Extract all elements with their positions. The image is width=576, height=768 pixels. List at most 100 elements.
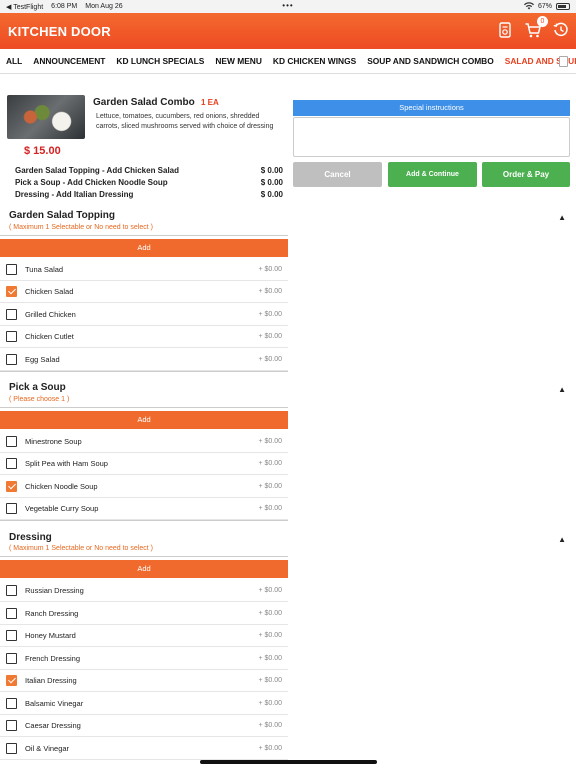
product-description: Lettuce, tomatoes, cucumbers, red onions… (96, 113, 274, 130)
history-icon[interactable] (552, 21, 570, 39)
add-dressing-button[interactable]: Add (0, 560, 288, 578)
add-and-continue-button[interactable]: Add & Continue (388, 162, 477, 187)
checkbox[interactable] (6, 720, 17, 731)
option-label: Grilled Chicken (25, 310, 76, 319)
option-row[interactable]: Oil & Vinegar + $0.00 (0, 738, 288, 760)
section-title-soup[interactable]: Pick a Soup (9, 382, 66, 393)
status-date: Mon Aug 26 (85, 2, 123, 10)
checkbox[interactable] (6, 698, 17, 709)
option-label: Vegetable Curry Soup (25, 504, 99, 513)
special-instructions-input[interactable] (293, 117, 570, 157)
option-row[interactable]: Russian Dressing + $0.00 (0, 580, 288, 602)
option-row[interactable]: Caesar Dressing + $0.00 (0, 715, 288, 737)
tab-kd-lunch-specials[interactable]: KD LUNCH SPECIALS (116, 56, 204, 66)
checkbox[interactable] (6, 608, 17, 619)
collapse-caret-icon[interactable]: ▲ (558, 213, 566, 222)
app-title: KITCHEN DOOR (8, 23, 111, 39)
cancel-button[interactable]: Cancel (293, 162, 382, 187)
option-price: + $0.00 (258, 745, 282, 752)
selection-summary-row: Garden Salad Topping - Add Chicken Salad… (15, 166, 283, 175)
tab-soup-and-sandwich-combo[interactable]: SOUP AND SANDWICH COMBO (367, 56, 494, 66)
checkbox[interactable] (6, 436, 17, 447)
option-row[interactable]: Chicken Noodle Soup + $0.00 (0, 476, 288, 498)
tab-new-menu[interactable]: NEW MENU (215, 56, 262, 66)
option-row[interactable]: French Dressing + $0.00 (0, 648, 288, 670)
option-price: + $0.00 (258, 722, 282, 729)
option-row[interactable]: Balsamic Vinegar + $0.00 (0, 693, 288, 715)
receipt-icon[interactable] (496, 21, 514, 39)
product-qty: 1 EA (201, 98, 219, 107)
option-row[interactable]: Ranch Dressing + $0.00 (0, 603, 288, 625)
checkbox[interactable] (6, 264, 17, 275)
checkbox[interactable] (6, 309, 17, 320)
option-price: + $0.00 (258, 700, 282, 707)
option-row[interactable]: Italian Dressing + $0.00 (0, 670, 288, 692)
option-row[interactable]: Minestrone Soup + $0.00 (0, 431, 288, 453)
app-header: KITCHEN DOOR 0 (0, 13, 576, 49)
multitask-dots[interactable]: ••• (282, 1, 293, 10)
section-subtitle: ( Please choose 1 ) (9, 396, 70, 403)
checkbox-checked[interactable] (6, 481, 17, 492)
option-row[interactable]: Honey Mustard + $0.00 (0, 625, 288, 647)
option-price: + $0.00 (258, 655, 282, 662)
option-row[interactable]: Tuna Salad + $0.00 (0, 259, 288, 281)
checkbox[interactable] (6, 331, 17, 342)
option-row[interactable]: Chicken Cutlet + $0.00 (0, 326, 288, 348)
option-row[interactable]: Split Pea with Ham Soup + $0.00 (0, 453, 288, 475)
add-topping-button[interactable]: Add (0, 239, 288, 257)
home-indicator[interactable] (200, 760, 377, 764)
selection-price: $ 0.00 (260, 166, 283, 175)
checkbox[interactable] (6, 503, 17, 514)
checkbox[interactable] (6, 630, 17, 641)
option-label: Minestrone Soup (25, 437, 82, 446)
option-price: + $0.00 (258, 460, 282, 467)
collapse-caret-icon[interactable]: ▲ (558, 385, 566, 394)
checkbox[interactable] (6, 458, 17, 469)
option-label: Balsamic Vinegar (25, 699, 84, 708)
option-price: + $0.00 (258, 632, 282, 639)
add-soup-button[interactable]: Add (0, 411, 288, 429)
option-price: + $0.00 (258, 483, 282, 490)
collapse-caret-icon[interactable]: ▲ (558, 535, 566, 544)
selection-price: $ 0.00 (260, 178, 283, 187)
tab-announcement[interactable]: ANNOUNCEMENT (33, 56, 105, 66)
option-price: + $0.00 (258, 356, 282, 363)
product-price: $ 15.00 (24, 145, 61, 157)
option-row[interactable]: Chicken Salad + $0.00 (0, 281, 288, 303)
option-price: + $0.00 (258, 610, 282, 617)
cart-icon[interactable]: 0 (524, 16, 548, 39)
checkbox-checked[interactable] (6, 675, 17, 686)
selection-price: $ 0.00 (260, 190, 283, 199)
order-and-pay-button[interactable]: Order & Pay (482, 162, 570, 187)
tab-kd-chicken-wings[interactable]: KD CHICKEN WINGS (273, 56, 356, 66)
checkbox[interactable] (6, 653, 17, 664)
checkbox[interactable] (6, 354, 17, 365)
special-instructions-label: Special instructions (293, 100, 570, 116)
divider (0, 371, 288, 372)
option-price: + $0.00 (258, 288, 282, 295)
option-label: Chicken Cutlet (25, 332, 74, 341)
checkbox-checked[interactable] (6, 286, 17, 297)
option-row[interactable]: Egg Salad + $0.00 (0, 349, 288, 371)
battery-percent: 67% (537, 3, 552, 10)
section-title-dressing[interactable]: Dressing (9, 532, 52, 543)
option-label: Honey Mustard (25, 631, 76, 640)
product-name: Garden Salad Combo (93, 97, 195, 108)
back-to-testflight[interactable]: ◀ TestFlight (6, 3, 43, 11)
option-label: Egg Salad (25, 355, 60, 364)
tabs-more-icon[interactable] (559, 56, 568, 67)
section-title-topping[interactable]: Garden Salad Topping (9, 210, 115, 221)
option-row[interactable]: Grilled Chicken + $0.00 (0, 304, 288, 326)
option-label: Split Pea with Ham Soup (25, 459, 108, 468)
divider (0, 556, 288, 557)
battery-icon (556, 3, 570, 10)
checkbox[interactable] (6, 743, 17, 754)
option-label: Italian Dressing (25, 676, 77, 685)
option-row[interactable]: Vegetable Curry Soup + $0.00 (0, 498, 288, 520)
option-label: Russian Dressing (25, 586, 84, 595)
category-tabs: ALL ANNOUNCEMENT KD LUNCH SPECIALS NEW M… (0, 49, 576, 74)
tab-all[interactable]: ALL (6, 56, 22, 66)
checkbox[interactable] (6, 585, 17, 596)
option-price: + $0.00 (258, 505, 282, 512)
option-label: Tuna Salad (25, 265, 64, 274)
